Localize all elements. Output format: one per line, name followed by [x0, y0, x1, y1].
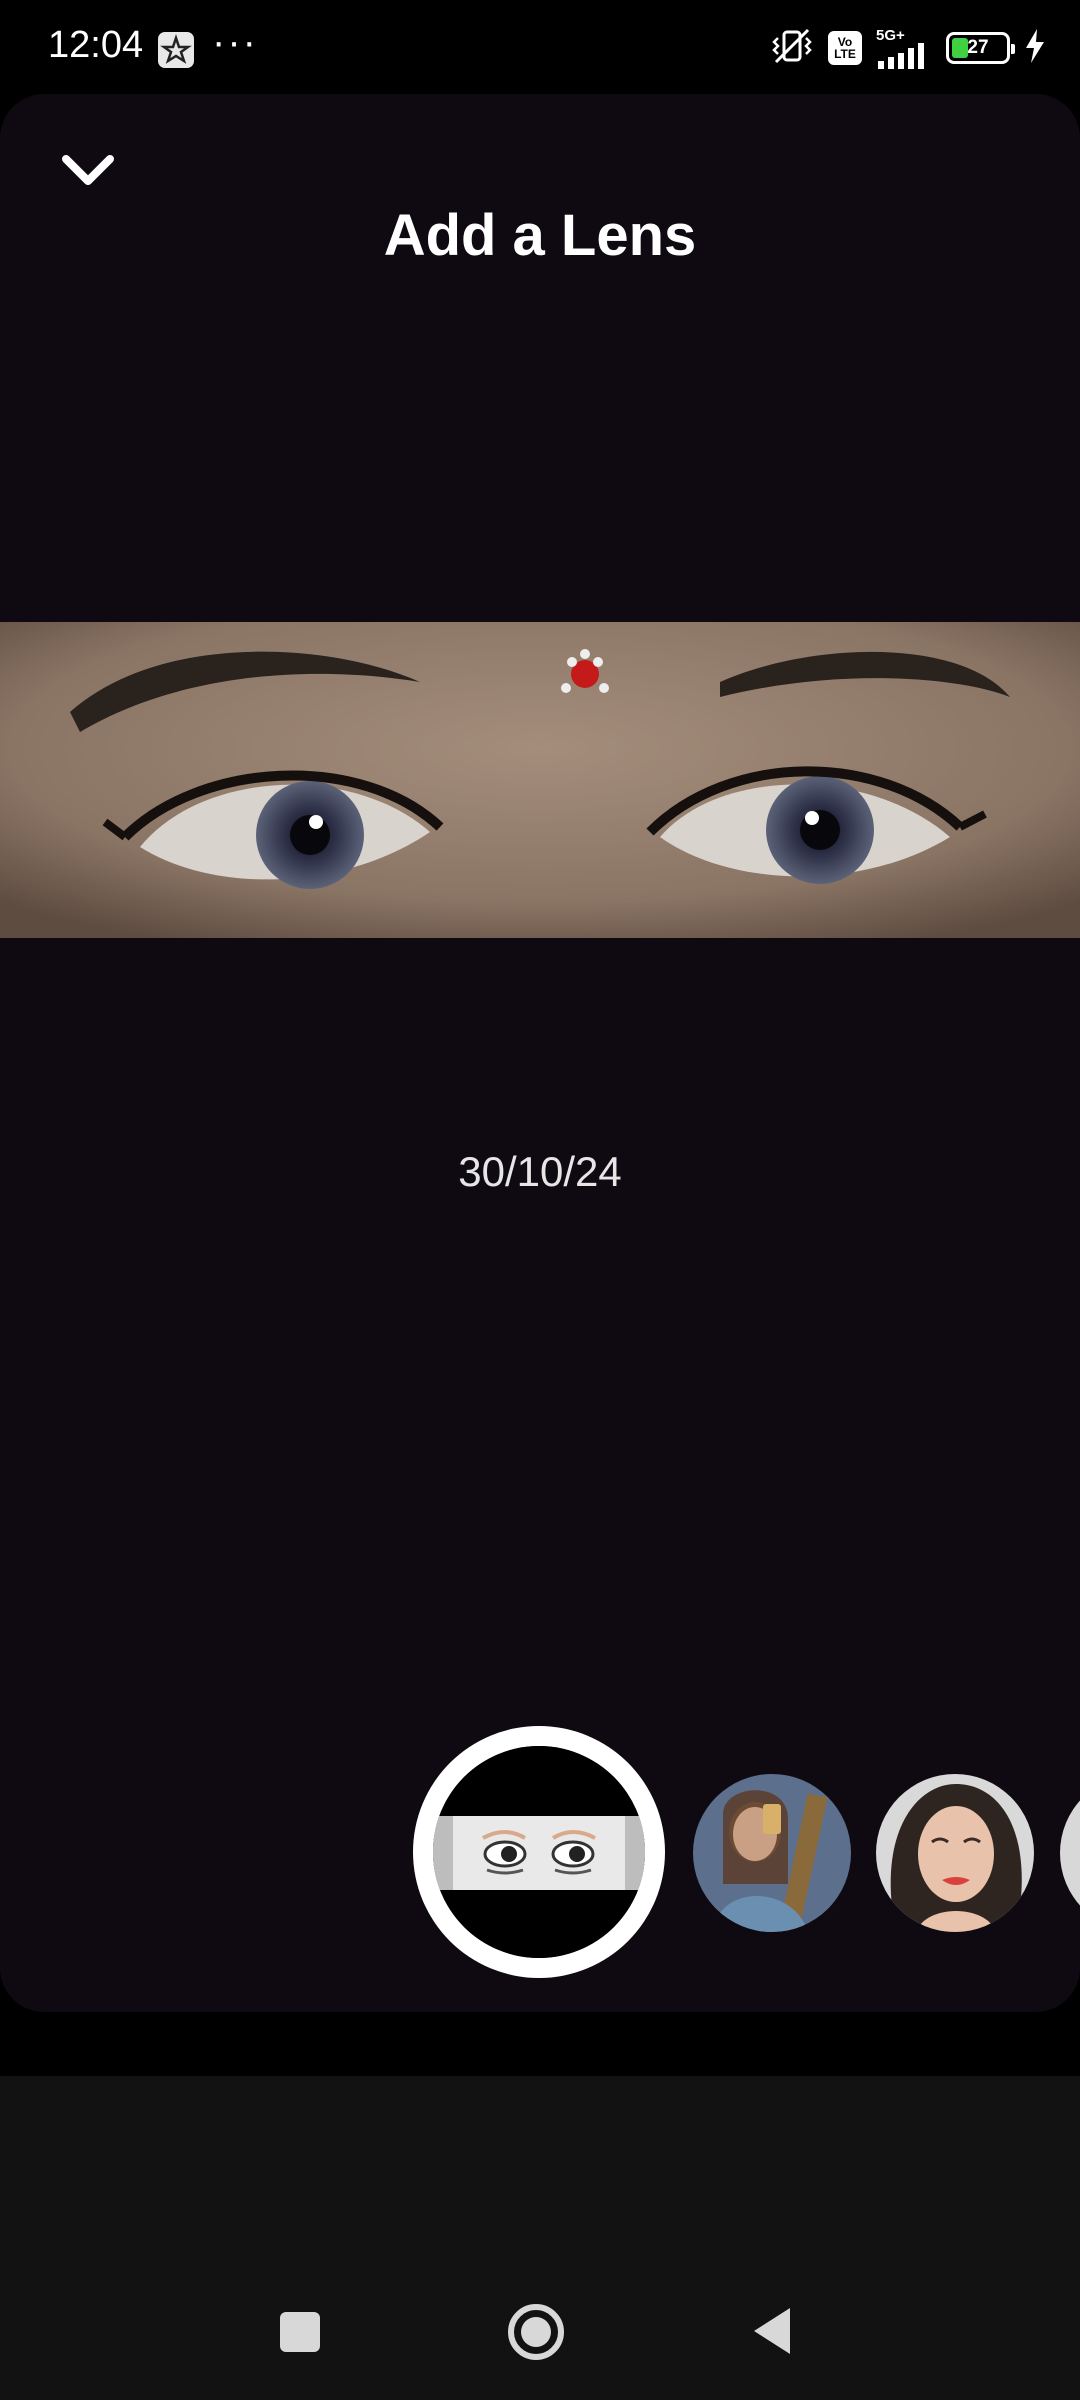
eyes-lens-icon: [433, 1746, 645, 1958]
app-notification-icon: [158, 32, 194, 68]
recent-apps-button[interactable]: [280, 2312, 320, 2352]
back-button[interactable]: [750, 2306, 794, 2356]
back-icon: [754, 2308, 790, 2354]
memory-date: 30/10/24: [458, 1148, 622, 1195]
vibrate-mute-icon: [770, 26, 814, 71]
lens-thumbnail-1[interactable]: [693, 1774, 851, 1932]
chevron-down-icon: [62, 155, 114, 185]
lens-thumbnail-2[interactable]: [876, 1774, 1034, 1932]
network-label: 5G+: [876, 26, 905, 44]
lens-thumbnail-3[interactable]: [1060, 1774, 1080, 1932]
status-time: 12:04: [48, 24, 144, 66]
volte-icon: Vo LTE: [828, 31, 862, 65]
status-right-group: Vo LTE 5G+ 27: [770, 26, 1046, 70]
status-bar: 12:04 ··· Vo LTE 5G+ 27: [0, 0, 1080, 96]
home-icon: [521, 2317, 551, 2347]
selected-lens-button[interactable]: [413, 1726, 665, 1978]
page-title: Add a Lens: [383, 203, 697, 268]
memory-photo[interactable]: [0, 622, 1080, 938]
navigation-bar: [0, 2076, 1080, 2400]
charging-icon: [1024, 28, 1046, 68]
add-lens-sheet: Add a Lens 30/10/24: [0, 94, 1080, 2012]
home-button[interactable]: [508, 2304, 564, 2360]
network-icon: 5G+: [876, 28, 932, 69]
signal-bars-icon: [878, 42, 924, 69]
more-notifications-icon: ···: [212, 20, 258, 64]
battery-icon: 27: [946, 32, 1015, 64]
volte-label-bottom: LTE: [834, 47, 856, 61]
battery-level: 27: [967, 37, 989, 58]
collapse-button[interactable]: [48, 136, 128, 206]
